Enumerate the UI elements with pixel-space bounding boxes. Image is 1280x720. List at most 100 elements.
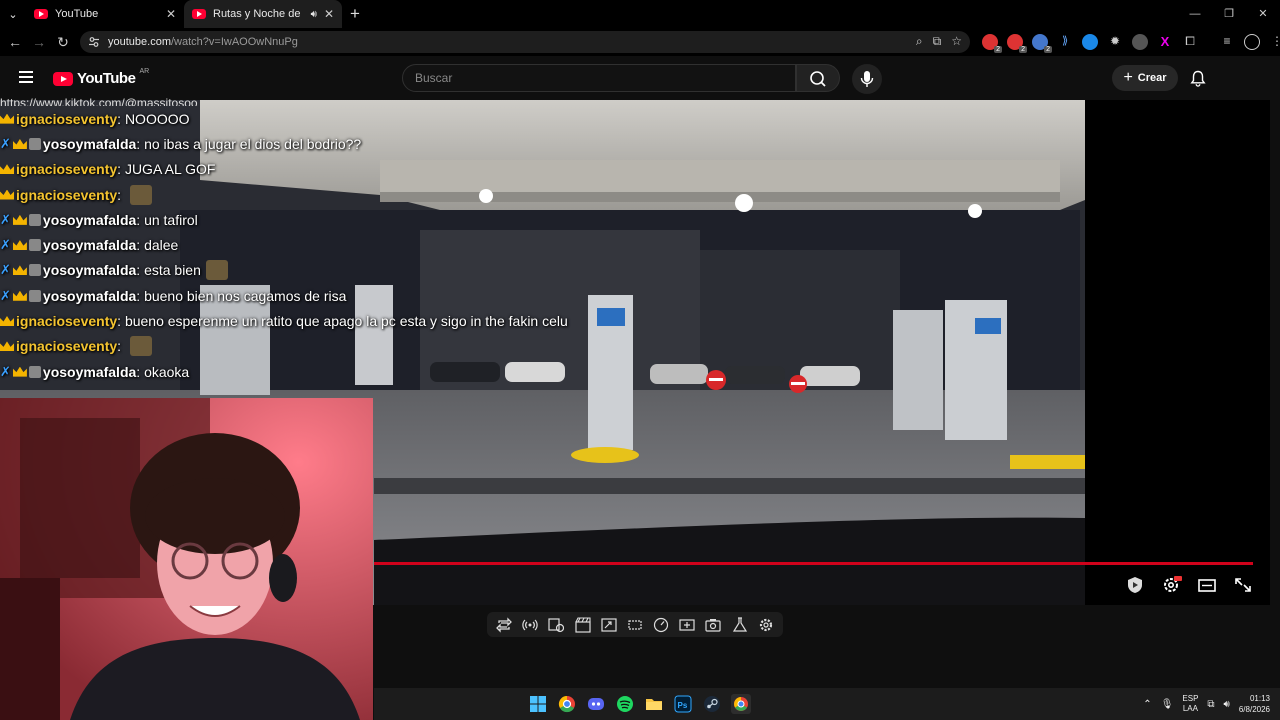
chat-message: ✗ yosoymafalda: esta bien: [0, 258, 600, 283]
chat-username[interactable]: yosoymafalda: [43, 288, 136, 304]
tab-title: YouTube: [55, 8, 99, 20]
zoom-icon[interactable]: ⌕: [916, 34, 923, 49]
search-button[interactable]: [796, 64, 840, 92]
flask-icon[interactable]: [732, 616, 748, 633]
system-clock[interactable]: 01:13 6/8/2026: [1239, 693, 1270, 715]
notifications-bell-icon[interactable]: [1190, 70, 1206, 87]
back-button[interactable]: ←: [3, 34, 27, 50]
loop-icon[interactable]: [496, 616, 512, 633]
close-window-button[interactable]: ✕: [1246, 0, 1280, 28]
moderator-sword-icon: ✗: [0, 287, 11, 303]
create-button[interactable]: + Crear: [1112, 65, 1178, 91]
chat-username[interactable]: yosoymafalda: [43, 212, 136, 228]
forward-button[interactable]: →: [27, 34, 51, 50]
steam-icon[interactable]: [702, 694, 722, 714]
watch-history-icon[interactable]: [548, 617, 565, 633]
chat-username[interactable]: yosoymafalda: [43, 364, 136, 380]
chat-username[interactable]: ignacioseventy: [16, 338, 117, 354]
video-progress-bar[interactable]: [374, 562, 1254, 565]
puzzle-icon[interactable]: ⧠: [1182, 34, 1198, 50]
chat-text: dalee: [144, 237, 179, 254]
new-tab-button[interactable]: +: [342, 4, 368, 24]
chat-username[interactable]: yosoymafalda: [43, 237, 136, 253]
extension-icon[interactable]: [1132, 34, 1148, 50]
window-controls: — ❐ ✕: [1178, 0, 1280, 28]
clapperboard-icon[interactable]: [574, 616, 591, 633]
close-tab-icon[interactable]: ✕: [324, 7, 334, 21]
sponsorblock-shield-icon[interactable]: [1124, 575, 1146, 595]
chat-badges: ✗: [0, 212, 41, 228]
address-bar[interactable]: youtube.com/watch?v=IwAOOwNnuPg ⌕ ⧉ ☆: [80, 31, 970, 53]
crown-badge-icon: [12, 290, 27, 301]
photoshop-icon[interactable]: Ps: [673, 694, 693, 714]
sun-icon[interactable]: ✹: [1107, 34, 1123, 50]
audio-wave-icon[interactable]: ⟫: [1057, 34, 1073, 50]
x-extension-icon[interactable]: X: [1157, 34, 1173, 50]
add-clip-icon[interactable]: [679, 617, 695, 633]
theater-mode-icon[interactable]: [1196, 575, 1218, 595]
speaker-icon[interactable]: 🔊︎: [311, 9, 317, 20]
chat-separator: :: [136, 211, 145, 228]
chat-badges: ✗: [0, 136, 41, 152]
site-info-icon[interactable]: [88, 36, 100, 48]
extension-icon[interactable]: [1082, 34, 1098, 50]
broadcast-icon[interactable]: [522, 617, 538, 633]
fullscreen-icon[interactable]: [1232, 575, 1254, 595]
file-explorer-icon[interactable]: [644, 694, 664, 714]
close-tab-icon[interactable]: ✕: [166, 7, 176, 21]
tab-youtube[interactable]: YouTube ✕: [26, 0, 184, 28]
chat-username[interactable]: ignacioseventy: [16, 313, 117, 329]
taskbar-apps: Ps: [528, 694, 751, 714]
settings-gear-icon[interactable]: [1160, 575, 1182, 595]
chat-username[interactable]: yosoymafalda: [43, 262, 136, 278]
chat-message: ✗ yosoymafalda: bueno bien nos cagamos de…: [0, 283, 600, 308]
menu-kebab-icon[interactable]: ⋮: [1269, 34, 1280, 50]
hamburger-menu-icon[interactable]: [19, 71, 33, 83]
moderator-sword-icon: ✗: [0, 363, 11, 379]
moderator-sword-icon: ✗: [0, 211, 11, 227]
screenshot-camera-icon[interactable]: [705, 617, 722, 633]
chat-username[interactable]: yosoymafalda: [43, 136, 136, 152]
chrome-icon[interactable]: [557, 694, 577, 714]
chat-badges: [0, 113, 14, 124]
chat-username[interactable]: ignacioseventy: [16, 187, 117, 203]
bookmark-star-icon[interactable]: ☆: [951, 34, 962, 49]
microphone-tray-icon[interactable]: 🎙︎: [1161, 699, 1174, 710]
youtube-logo[interactable]: YouTube AR: [53, 68, 150, 87]
voice-search-button[interactable]: [852, 64, 882, 94]
network-icon[interactable]: ⧉: [1207, 699, 1214, 710]
settings-gear-icon[interactable]: [758, 617, 774, 633]
input-language[interactable]: ESP LAA: [1182, 694, 1198, 714]
windows-start-icon[interactable]: [528, 694, 548, 714]
extension-icon[interactable]: 2: [982, 34, 1002, 53]
volume-icon[interactable]: 🔊︎: [1224, 699, 1230, 710]
show-hidden-icons-chevron-icon[interactable]: ⌃: [1143, 699, 1151, 710]
profile-avatar-icon[interactable]: [1244, 34, 1260, 50]
page-scrollbar[interactable]: [1270, 56, 1280, 688]
chrome-active-icon[interactable]: [731, 694, 751, 714]
spotify-icon[interactable]: [615, 694, 635, 714]
resize-icon[interactable]: [601, 617, 617, 633]
discord-icon[interactable]: [586, 694, 606, 714]
tab-active-video[interactable]: Rutas y Noche de Miércole 🔊︎ ✕: [184, 0, 342, 28]
reload-button[interactable]: ↻: [51, 34, 75, 51]
country-code: AR: [139, 68, 150, 75]
chat-username[interactable]: ignacioseventy: [16, 161, 117, 177]
chat-message: ignacioseventy: JUGA AL GOF: [0, 157, 600, 182]
url-path: /watch?v=IwAOOwNnuPg: [170, 36, 298, 48]
crown-badge-icon: [12, 265, 27, 276]
extension-icon[interactable]: 2: [1007, 34, 1027, 53]
crop-icon[interactable]: [627, 617, 643, 633]
extension-icon[interactable]: 2: [1032, 34, 1052, 53]
extension-badge: 2: [1019, 46, 1027, 53]
restore-button[interactable]: ❐: [1212, 0, 1246, 28]
speed-gauge-icon[interactable]: [653, 617, 669, 633]
crown-badge-icon: [0, 189, 14, 200]
install-app-icon[interactable]: ⧉: [933, 34, 942, 49]
search-input[interactable]: Buscar: [402, 64, 796, 92]
chat-text: NOOOOO: [124, 110, 190, 127]
chat-username[interactable]: ignacioseventy: [16, 111, 117, 127]
tab-search-button[interactable]: ⌄: [0, 0, 26, 28]
minimize-button[interactable]: —: [1178, 0, 1212, 28]
media-controls-icon[interactable]: ≡: [1219, 34, 1235, 50]
